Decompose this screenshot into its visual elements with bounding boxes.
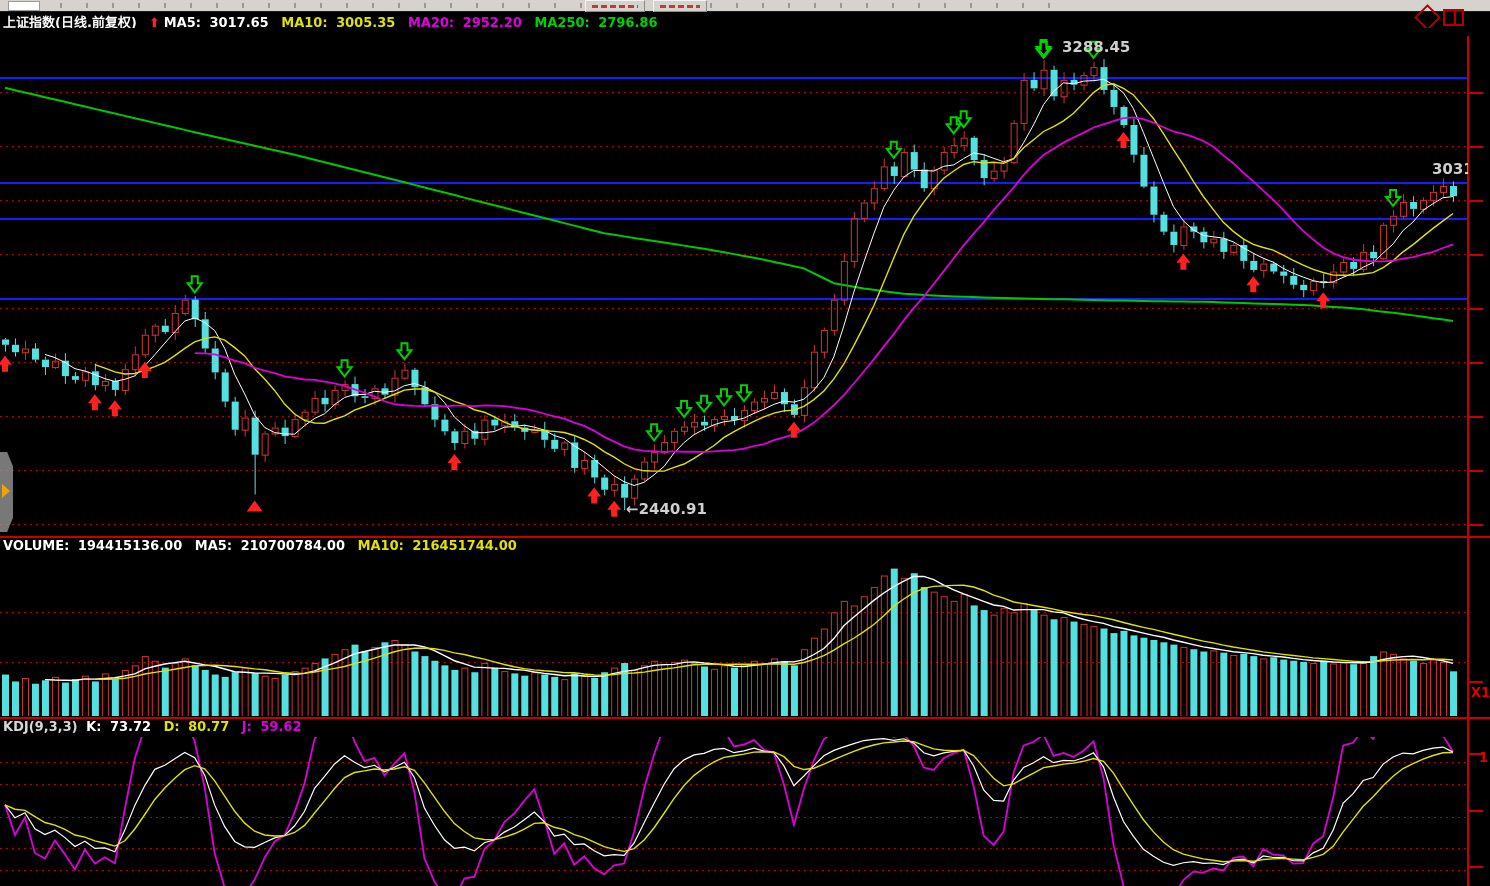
- axis-tick: [1469, 524, 1483, 526]
- axis-tick: [1469, 308, 1483, 310]
- kdj-chart-canvas[interactable]: [0, 737, 1468, 886]
- d-value: 80.77: [188, 720, 229, 735]
- expand-arrow-icon: [2, 484, 10, 498]
- k-label: K:: [86, 720, 101, 735]
- axis-tick: [1469, 753, 1483, 755]
- menu-red-button-1[interactable]: [585, 0, 645, 12]
- axis-tick: [1469, 362, 1483, 364]
- main-chart-header: 上证指数(日线.前复权)⬆MA5: 3017.65 MA10: 3005.35 …: [3, 12, 666, 29]
- panel-separator-2: [0, 717, 1490, 719]
- high-price-annotation: 3288.45: [1062, 38, 1130, 56]
- axis-tick: [1469, 416, 1483, 418]
- side-panel-expand-tab[interactable]: [0, 452, 13, 532]
- axis-tick: [1469, 470, 1483, 472]
- axis-tick: [1469, 92, 1483, 94]
- axis-tick: [1469, 200, 1483, 202]
- vol-ma10-label: MA10:: [358, 539, 404, 554]
- menu-red-button-2[interactable]: [653, 0, 707, 12]
- trading-app-window: 上证指数(日线.前复权)⬆MA5: 3017.65 MA10: 3005.35 …: [0, 0, 1490, 886]
- kdj-indicator-name: KDJ(9,3,3): [3, 720, 78, 735]
- volume-axis-multiplier-label: X1: [1471, 686, 1490, 701]
- restore-window-icon[interactable]: [1443, 9, 1464, 26]
- axis-tick: [1469, 146, 1483, 148]
- volume-label: VOLUME:: [3, 539, 69, 554]
- vol-ma5-value: 210700784.00: [241, 539, 345, 554]
- menu-toolbar-icon[interactable]: [8, 1, 40, 11]
- menu-items-cropped: [60, 3, 1060, 8]
- j-value: 59.62: [260, 720, 301, 735]
- vol-ma10-value: 216451744.00: [412, 539, 516, 554]
- last-price-annotation: 3031: [1432, 160, 1468, 178]
- j-label: J:: [242, 720, 252, 735]
- axis-tick: [1469, 810, 1483, 812]
- volume-header: VOLUME: 194415136.00 MA5: 210700784.00 M…: [3, 539, 525, 556]
- volume-chart-canvas[interactable]: [0, 556, 1468, 716]
- d-label: D:: [164, 720, 180, 735]
- axis-tick: [1469, 866, 1483, 868]
- axis-tick: [1469, 254, 1483, 256]
- main-price-chart-canvas[interactable]: [0, 28, 1468, 536]
- low-price-annotation: ←2440.91: [626, 500, 707, 518]
- k-value: 73.72: [110, 720, 151, 735]
- axis-tick: [1469, 681, 1483, 683]
- vol-ma5-label: MA5:: [195, 539, 232, 554]
- panel-separator-1: [0, 536, 1490, 538]
- kdj-header: KDJ(9,3,3) K: 73.72 D: 80.77 J: 59.62: [3, 720, 310, 737]
- menu-bar[interactable]: [0, 0, 1490, 12]
- volume-value: 194415136.00: [78, 539, 182, 554]
